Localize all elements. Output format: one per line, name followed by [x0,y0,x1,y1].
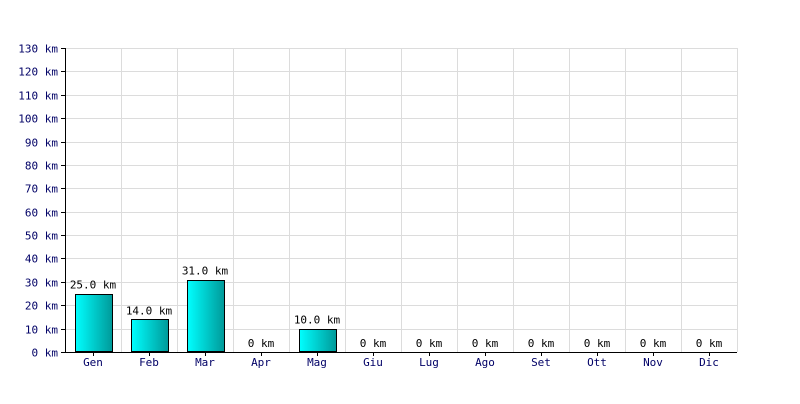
data-label: 0 km [696,337,723,350]
x-tick-label: Ott [587,356,607,369]
x-tick-label: Gen [83,356,103,369]
y-tick-label: 100 km [18,113,58,126]
data-label: 0 km [528,337,555,350]
y-tick-label: 0 km [32,347,59,360]
data-label: 31.0 km [182,265,229,278]
x-tick-label: Apr [251,356,271,369]
y-tick-label: 90 km [25,137,58,150]
labels: 0 km 10 km 20 km 30 km 40 km 50 km 60 km 70 km 8… [18,43,722,370]
y-tick-label: 80 km [25,160,58,173]
chart-container: 0 km 10 km 20 km 30 km 40 km 50 km 60 km 70 km 8… [0,0,800,400]
y-tick-label: 110 km [18,90,58,103]
data-label: 0 km [472,337,499,350]
x-tick-label: Set [531,356,551,369]
bar-gen [75,294,113,352]
x-tick-label: Ago [475,356,495,369]
data-label: 0 km [248,337,275,350]
data-label: 0 km [584,337,611,350]
y-tick-label: 70 km [25,183,58,196]
bar-feb [131,319,169,352]
data-label: 14.0 km [126,304,173,317]
data-label: 0 km [640,337,667,350]
data-label: 10.0 km [294,314,341,327]
y-tick-label: 10 km [25,324,58,337]
y-tick-label: 60 km [25,207,58,220]
x-tick-label: Giu [363,356,383,369]
x-tick-label: Mag [307,356,327,369]
y-tick-label: 40 km [25,253,58,266]
y-tick-label: 50 km [25,230,58,243]
y-tick-label: 120 km [18,66,58,79]
y-tick-label: 30 km [25,277,58,290]
bar-mag [299,329,337,352]
bar-mar [187,280,225,352]
x-tick-label: Mar [195,356,215,369]
y-tick-label: 130 km [18,43,58,56]
data-label: 0 km [360,337,387,350]
data-label: 25.0 km [70,279,117,292]
data-label: 0 km [416,337,443,350]
x-tick-label: Lug [419,356,439,369]
y-tick-label: 20 km [25,300,58,313]
x-tick-label: Dic [699,356,719,369]
x-tick-label: Feb [139,356,159,369]
bar-chart: 0 km 10 km 20 km 30 km 40 km 50 km 60 km 70 km 8… [18,43,738,370]
x-tick-label: Nov [643,356,663,369]
